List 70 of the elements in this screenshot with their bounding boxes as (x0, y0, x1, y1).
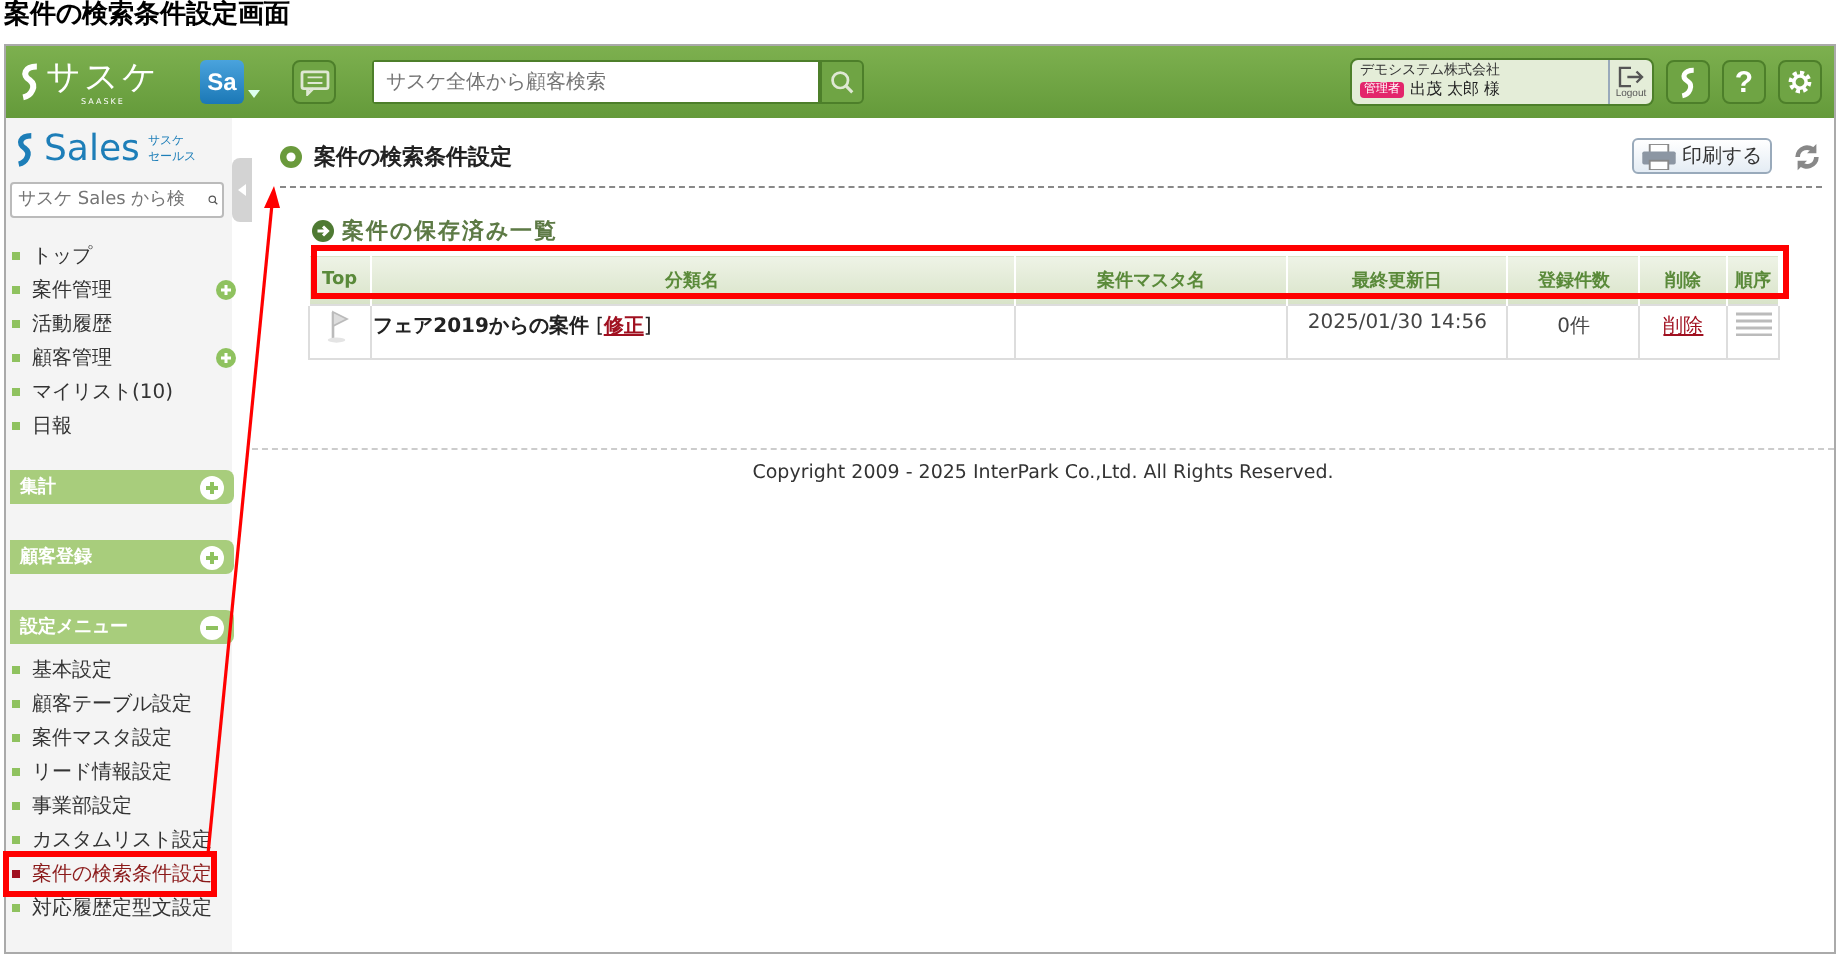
table-cell: 0件 (1557, 316, 1590, 338)
copyright-text: Copyright 2009 - 2025 InterPark Co.,Ltd. All Rights Reserved. (750, 462, 1336, 484)
menu-item[interactable]: 案件マスタ設定 (32, 723, 172, 751)
s-logo-icon (18, 62, 42, 102)
bullet-icon (12, 285, 20, 293)
settings-button[interactable] (1778, 60, 1822, 104)
bullet-icon (12, 835, 20, 843)
menu-item[interactable]: 顧客テーブル設定 (32, 689, 192, 717)
s-logo-button[interactable] (1666, 60, 1710, 104)
search-button[interactable] (820, 60, 864, 104)
chat-button[interactable] (292, 60, 336, 104)
sidebar-search-field[interactable]: サスケ Sales から検 (10, 182, 224, 218)
bullet-icon (12, 801, 20, 809)
bullet-icon (12, 733, 20, 741)
s-logo-icon (14, 132, 36, 168)
section-heading: 案件の保存済み一覧 (342, 216, 558, 246)
menu-item[interactable]: 活動履歴 (32, 309, 112, 337)
product-name: Sales (44, 130, 140, 170)
bullet-icon (12, 353, 20, 361)
exit-icon (1618, 65, 1644, 87)
logo-text: サスケ (46, 59, 160, 95)
table-cell: フェア2019からの案件 (373, 316, 589, 338)
caret-icon (238, 184, 246, 196)
table-cell: 2025/01/30 14:56 (1307, 312, 1488, 334)
bullet-icon (12, 421, 20, 429)
menu-item[interactable]: 対応履歴定型文設定 (32, 893, 212, 921)
print-button[interactable]: 印刷する (1632, 138, 1772, 174)
refresh-icon[interactable] (1792, 141, 1822, 171)
arrow-circle-icon (312, 220, 334, 242)
delete-link[interactable]: 削除 (1663, 316, 1704, 338)
menu-item[interactable]: 基本設定 (32, 655, 112, 683)
menu-item[interactable]: トップ (32, 241, 92, 269)
menu-item[interactable]: 事業部設定 (32, 791, 132, 819)
app-switch-button[interactable]: Sa (200, 60, 244, 104)
bullet-icon (12, 869, 20, 877)
expand-icon (200, 545, 224, 569)
edit-link[interactable]: 修正 (603, 316, 644, 338)
menu-item[interactable]: 日報 (32, 411, 72, 439)
bullet-icon (12, 251, 20, 259)
menu-item[interactable]: マイリスト(10) (32, 377, 174, 405)
bracket: [ (595, 316, 604, 338)
caret-icon[interactable] (248, 90, 260, 98)
bullet-icon (12, 903, 20, 911)
ring-bullet-icon (280, 145, 302, 167)
chat-bubble-icon (299, 69, 329, 95)
bullet-icon (12, 699, 20, 707)
s-logo-icon (1678, 65, 1698, 99)
menu-item[interactable]: 案件管理 (32, 275, 112, 303)
menu-item[interactable]: リード情報設定 (32, 757, 172, 785)
expand-icon[interactable] (216, 348, 236, 368)
expand-icon[interactable] (216, 280, 236, 300)
bullet-icon (12, 767, 20, 775)
settings-icon (1786, 68, 1814, 96)
expand-icon (200, 615, 224, 639)
menu-item[interactable]: 顧客管理 (32, 343, 112, 371)
bullet-icon (12, 665, 20, 673)
printer-icon (1642, 143, 1676, 169)
search-icon (830, 70, 854, 94)
bullet-icon (12, 319, 20, 327)
search-field[interactable]: サスケ全体から顧客検索 (372, 60, 820, 104)
bullet-icon (12, 387, 20, 395)
bracket: ] (643, 316, 652, 338)
flag-icon[interactable] (325, 308, 354, 344)
search-icon (208, 190, 218, 210)
drag-handle-icon[interactable] (1735, 312, 1772, 336)
expand-icon (200, 475, 224, 499)
menu-item[interactable]: 案件の検索条件設定 (32, 859, 212, 887)
page-heading: 案件の検索条件設定 (314, 141, 512, 171)
sidebar-collapse-handle[interactable] (232, 158, 252, 222)
user-name: 出茂 太郎 様 (1410, 80, 1501, 100)
